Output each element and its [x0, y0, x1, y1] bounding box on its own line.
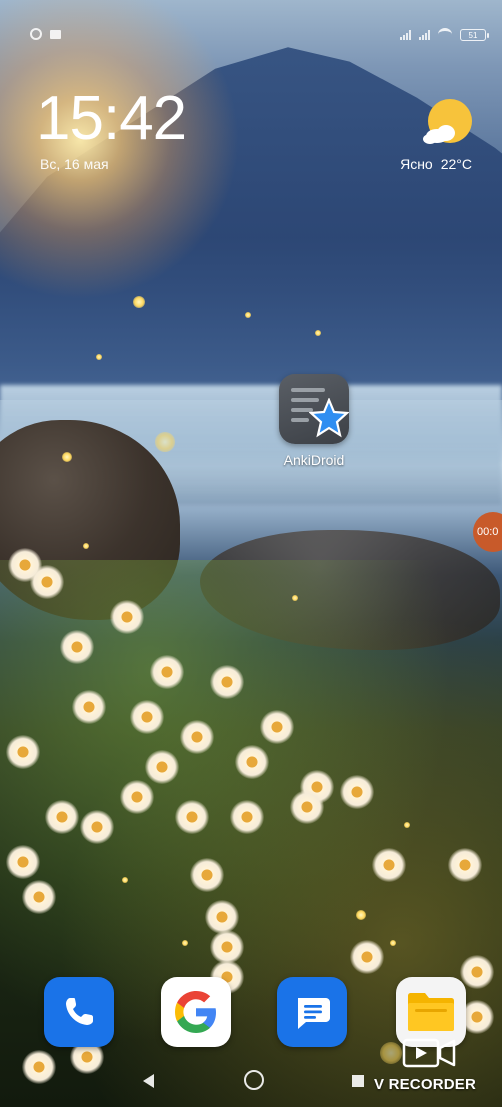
messages-icon: [298, 998, 330, 1029]
flower: [210, 665, 244, 699]
flower: [340, 775, 374, 809]
cellular-signal-icon: [419, 29, 430, 40]
flower: [190, 858, 224, 892]
flower: [448, 848, 482, 882]
flower: [372, 848, 406, 882]
sparkle: [96, 354, 102, 360]
flower: [235, 745, 269, 779]
notification-ring-icon: [30, 28, 42, 40]
flower: [145, 750, 179, 784]
video-recorder-icon[interactable]: [402, 1038, 458, 1068]
flower: [6, 845, 40, 879]
flower: [120, 780, 154, 814]
weather-temperature: 22°C: [440, 156, 472, 172]
flower: [460, 955, 494, 989]
flower: [60, 630, 94, 664]
sparkle: [380, 1042, 402, 1064]
clock-time[interactable]: 15:42: [36, 88, 187, 150]
dock-phone-app[interactable]: [44, 977, 114, 1047]
battery-icon: 51: [460, 28, 489, 41]
wifi-icon: [438, 28, 452, 41]
flower: [6, 735, 40, 769]
flower: [130, 700, 164, 734]
sparkle: [390, 940, 396, 946]
flower: [30, 565, 64, 599]
phone-icon: [66, 998, 93, 1025]
google-icon: [175, 991, 216, 1033]
sparkle: [404, 822, 410, 828]
flower: [72, 690, 106, 724]
sparkle: [315, 330, 321, 336]
dock-messages-app[interactable]: [277, 977, 347, 1047]
weather-condition: Ясно: [400, 156, 433, 172]
sparkle: [122, 877, 128, 883]
flower: [150, 655, 184, 689]
flower: [175, 800, 209, 834]
flower: [22, 1050, 56, 1084]
flower: [290, 790, 324, 824]
flower: [260, 710, 294, 744]
dock-files-app[interactable]: [396, 977, 466, 1047]
sparkle: [133, 296, 145, 308]
flower: [45, 800, 79, 834]
sparkle: [62, 452, 72, 462]
nav-home-button[interactable]: [244, 1070, 264, 1090]
status-right: 51: [400, 28, 489, 41]
app-ankidroid[interactable]: AnkiDroid: [272, 374, 356, 468]
nav-recents-button[interactable]: [352, 1075, 364, 1087]
flower: [230, 800, 264, 834]
sparkle: [245, 312, 251, 318]
flower: [180, 720, 214, 754]
weather-widget[interactable]: Ясно 22°C: [400, 156, 472, 172]
dock-google-app[interactable]: [161, 977, 231, 1047]
flower: [205, 900, 239, 934]
flower: [110, 600, 144, 634]
sparkle: [182, 940, 188, 946]
recorder-label: V RECORDER: [374, 1076, 477, 1093]
files-icon: [408, 993, 454, 1031]
cellular-signal-icon: [400, 29, 411, 40]
sun-cloud-icon[interactable]: [422, 98, 474, 150]
flower: [210, 930, 244, 964]
flower: [350, 940, 384, 974]
sparkle: [292, 595, 298, 601]
flower: [80, 810, 114, 844]
status-left: [30, 28, 61, 40]
status-bar: 51: [0, 0, 502, 41]
ankidroid-icon: [279, 374, 349, 444]
sparkle: [155, 432, 175, 452]
flower: [22, 880, 56, 914]
screen-record-icon: [50, 29, 61, 39]
clock-date[interactable]: Вс, 16 мая: [40, 156, 109, 172]
app-label: AnkiDroid: [283, 452, 345, 468]
sparkle: [83, 543, 89, 549]
sparkle: [356, 910, 366, 920]
nav-back-button[interactable]: [143, 1074, 154, 1088]
